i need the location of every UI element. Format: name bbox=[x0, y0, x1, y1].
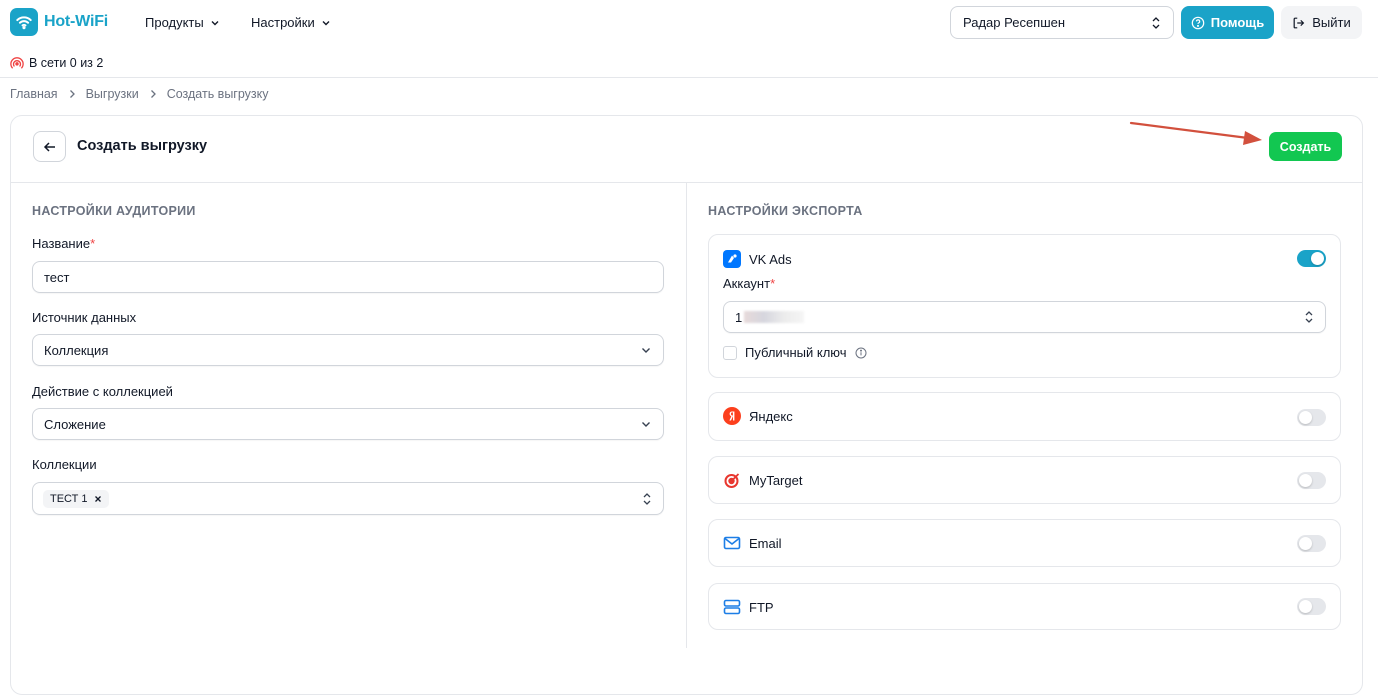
account-select-value-wrap: 1 bbox=[735, 309, 805, 325]
vk-ads-toggle[interactable] bbox=[1297, 250, 1326, 267]
info-icon[interactable] bbox=[855, 347, 867, 359]
back-button[interactable] bbox=[33, 131, 66, 162]
close-icon[interactable] bbox=[94, 495, 102, 503]
venue-select[interactable]: Радар Ресепшен bbox=[950, 6, 1174, 39]
collections-multiselect[interactable]: ТЕСТ 1 bbox=[32, 482, 664, 515]
name-input-value: тест bbox=[44, 269, 70, 285]
yandex-toggle[interactable] bbox=[1297, 409, 1326, 426]
logout-button-label: Выйти bbox=[1312, 15, 1351, 30]
app-name: Hot-WiFi bbox=[44, 13, 109, 30]
yandex-panel: Яндекс bbox=[708, 392, 1341, 441]
chevron-updown-icon bbox=[1305, 311, 1313, 323]
ftp-panel: FTP bbox=[708, 583, 1341, 630]
export-section-title: НАСТРОЙКИ ЭКСПОРТА bbox=[708, 204, 863, 218]
toggle-knob bbox=[1299, 600, 1312, 613]
page-title: Создать выгрузку bbox=[77, 138, 208, 154]
vk-ads-icon bbox=[723, 250, 741, 268]
vk-ads-header: VK Ads bbox=[723, 250, 792, 268]
mytarget-icon bbox=[724, 473, 740, 488]
help-button-label: Помощь bbox=[1210, 15, 1265, 30]
yandex-header: Яндекс bbox=[723, 407, 793, 425]
collection-chip-label: ТЕСТ 1 bbox=[50, 492, 88, 505]
chevron-down-icon bbox=[642, 422, 650, 427]
chevron-right-icon bbox=[150, 90, 156, 98]
name-label: Название* bbox=[32, 236, 95, 251]
online-status: В сети 0 из 2 bbox=[10, 56, 103, 70]
breadcrumb-home[interactable]: Главная bbox=[10, 87, 58, 101]
online-status-text: В сети 0 из 2 bbox=[29, 56, 104, 70]
server-icon bbox=[723, 599, 741, 615]
yandex-name: Яндекс bbox=[749, 408, 793, 424]
email-name: Email bbox=[749, 535, 782, 551]
vk-ads-name: VK Ads bbox=[749, 251, 792, 267]
email-panel: Email bbox=[708, 519, 1341, 567]
name-label-text: Название bbox=[32, 236, 91, 251]
create-export-card: Создать выгрузку Создать НАСТРОЙКИ АУДИТ… bbox=[10, 115, 1363, 695]
mytarget-header: MyTarget bbox=[723, 471, 802, 489]
account-select[interactable]: 1 bbox=[723, 301, 1326, 333]
public-key-row: Публичный ключ bbox=[723, 345, 867, 360]
public-key-checkbox[interactable] bbox=[723, 345, 737, 360]
chevron-updown-icon bbox=[643, 492, 651, 505]
breadcrumb-current: Создать выгрузку bbox=[166, 87, 269, 101]
breadcrumb: Главная Выгрузки Создать выгрузку bbox=[10, 87, 269, 101]
account-select-value: 1 bbox=[735, 309, 743, 325]
card-header: Создать выгрузку Создать bbox=[11, 116, 1362, 183]
action-select-value: Сложение bbox=[44, 416, 106, 432]
yandex-icon bbox=[723, 407, 741, 425]
account-label-text: Аккаунт bbox=[723, 276, 771, 291]
nav-settings[interactable]: Настройки bbox=[251, 15, 331, 30]
vk-ads-panel: VK Ads Аккаунт* 1 Публичный ключ bbox=[708, 234, 1341, 378]
chevron-down-icon bbox=[642, 348, 650, 353]
redacted-account bbox=[744, 311, 805, 323]
breadcrumb-exports[interactable]: Выгрузки bbox=[86, 87, 139, 101]
account-label: Аккаунт* bbox=[723, 276, 775, 291]
action-label: Действие с коллекцией bbox=[32, 384, 173, 399]
help-button[interactable]: Помощь bbox=[1181, 6, 1274, 39]
header-divider bbox=[0, 77, 1378, 78]
chevron-down-icon bbox=[211, 20, 219, 25]
mytarget-panel: MyTarget bbox=[708, 456, 1341, 504]
mytarget-toggle[interactable] bbox=[1297, 472, 1326, 489]
radar-icon bbox=[10, 57, 24, 69]
toggle-knob bbox=[1299, 411, 1312, 424]
source-select[interactable]: Коллекция bbox=[32, 334, 664, 366]
logout-button[interactable]: Выйти bbox=[1281, 6, 1362, 39]
ftp-toggle[interactable] bbox=[1297, 598, 1326, 615]
toggle-knob bbox=[1299, 474, 1312, 487]
logout-icon bbox=[1293, 17, 1305, 28]
wifi-icon bbox=[10, 8, 38, 36]
ftp-header: FTP bbox=[723, 598, 774, 616]
source-select-value: Коллекция bbox=[44, 342, 109, 358]
toggle-knob bbox=[1311, 252, 1324, 265]
name-input[interactable]: тест bbox=[32, 261, 664, 293]
email-toggle[interactable] bbox=[1297, 535, 1326, 552]
chevron-right-icon bbox=[69, 90, 75, 98]
arrow-left-icon bbox=[43, 141, 55, 152]
toggle-knob bbox=[1299, 537, 1312, 550]
chevron-updown-icon bbox=[1152, 16, 1160, 29]
action-select[interactable]: Сложение bbox=[32, 408, 664, 440]
mytarget-name: MyTarget bbox=[749, 472, 803, 488]
required-mark: * bbox=[770, 276, 776, 291]
collections-label: Коллекции bbox=[32, 457, 97, 472]
mail-icon bbox=[723, 536, 741, 550]
column-divider bbox=[686, 183, 687, 648]
public-key-label: Публичный ключ bbox=[745, 345, 847, 360]
top-bar: Hot-WiFi Продукты Настройки Радар Ресепш… bbox=[0, 0, 1378, 46]
chevron-down-icon bbox=[322, 20, 330, 25]
nav-settings-label: Настройки bbox=[251, 15, 315, 30]
audience-section-title: НАСТРОЙКИ АУДИТОРИИ bbox=[32, 204, 196, 218]
source-label: Источник данных bbox=[32, 310, 137, 325]
email-header: Email bbox=[723, 534, 782, 552]
required-mark: * bbox=[90, 236, 96, 251]
help-circle-icon bbox=[1191, 16, 1205, 29]
app-logo[interactable]: Hot-WiFi bbox=[10, 8, 108, 36]
collection-chip: ТЕСТ 1 bbox=[43, 489, 109, 508]
venue-select-value: Радар Ресепшен bbox=[963, 15, 1066, 30]
ftp-name: FTP bbox=[749, 599, 774, 615]
nav-products-label: Продукты bbox=[145, 15, 204, 30]
create-button[interactable]: Создать bbox=[1269, 132, 1342, 161]
nav-products[interactable]: Продукты bbox=[145, 15, 220, 30]
